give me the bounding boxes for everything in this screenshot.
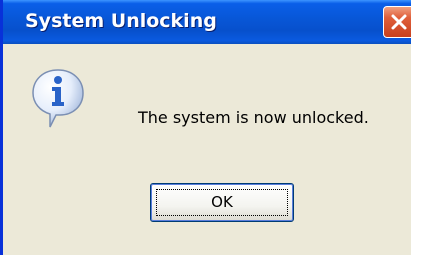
close-icon: [391, 14, 407, 30]
info-icon: [32, 69, 84, 128]
dialog-message: The system is now unlocked.: [138, 108, 369, 127]
close-button[interactable]: [383, 6, 411, 38]
dialog-title: System Unlocking: [25, 10, 217, 32]
ok-button-label: OK: [211, 193, 233, 211]
title-bar[interactable]: System Unlocking: [3, 0, 411, 44]
dialog-window: System Unlocking The system is now unloc…: [0, 0, 411, 255]
ok-button[interactable]: OK: [150, 183, 294, 222]
